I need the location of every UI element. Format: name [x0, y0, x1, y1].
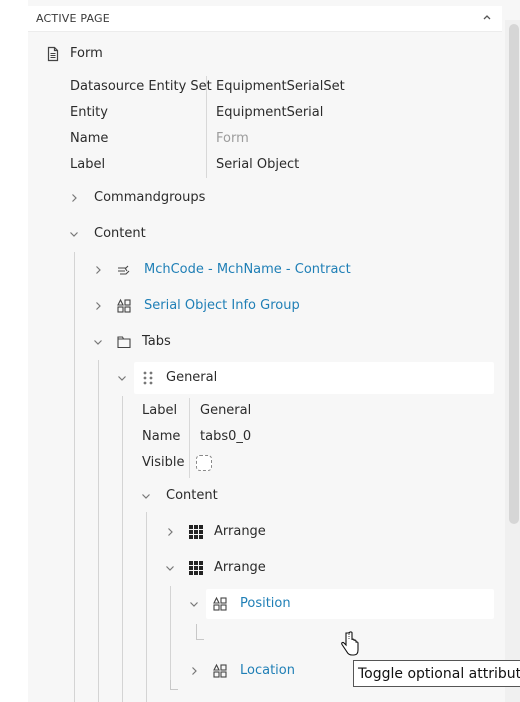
tree-node-serial-info-group[interactable]: Serial Object Info Group — [144, 298, 300, 314]
tree-node-position[interactable]: Position — [240, 596, 291, 612]
tree-node-arrange-2[interactable]: Arrange — [214, 560, 266, 576]
tree-node-general[interactable]: General — [166, 370, 217, 386]
panel-header: ACTIVE PAGE — [28, 6, 502, 32]
chevron-down-icon[interactable] — [189, 599, 199, 609]
chevron-down-icon[interactable] — [117, 373, 127, 383]
tree-node-commandgroups[interactable]: Commandgroups — [94, 190, 205, 206]
prop-key-entity: Entity — [70, 105, 108, 120]
prop-key-name: Name — [70, 131, 109, 146]
chevron-right-icon[interactable] — [93, 265, 103, 275]
tree-guide-line — [98, 360, 99, 702]
chevron-right-icon[interactable] — [165, 527, 175, 537]
scrollbar-thumb[interactable] — [509, 24, 519, 524]
prop-value-name[interactable]: Form — [216, 131, 249, 147]
prop-value-entity[interactable]: EquipmentSerial — [216, 105, 323, 121]
chevron-down-icon[interactable] — [69, 229, 79, 239]
tree-node-content[interactable]: Content — [94, 226, 146, 242]
grid-icon — [188, 560, 204, 576]
prop-key-label: Label — [70, 157, 106, 172]
prop-key-datasource: Datasource Entity Set — [70, 79, 212, 94]
prop-key-label: Label — [142, 403, 178, 418]
tree-node-tabs[interactable]: Tabs — [142, 334, 171, 350]
tree-node-mchcode[interactable]: MchCode - MchName - Contract — [144, 262, 351, 278]
panel-title: ACTIVE PAGE — [36, 12, 110, 25]
hand-pointer-icon — [116, 262, 132, 278]
chevron-down-icon[interactable] — [93, 337, 103, 347]
hand-cursor-icon — [338, 630, 362, 658]
tree-guide-line — [146, 512, 147, 702]
grid-icon — [188, 524, 204, 540]
tree-node-inner-content[interactable]: Content — [166, 488, 218, 504]
tree-node-arrange-1[interactable]: Arrange — [214, 524, 266, 540]
scrollbar[interactable] — [505, 20, 520, 702]
group-icon — [116, 298, 132, 314]
prop-value-label[interactable]: General — [200, 403, 251, 419]
chevron-right-icon[interactable] — [189, 666, 199, 676]
tabs-icon — [116, 334, 132, 350]
prop-value-label[interactable]: Serial Object — [216, 157, 299, 173]
chevron-down-icon[interactable] — [165, 563, 175, 573]
prop-key-name: Name — [142, 429, 181, 444]
tree-connector — [196, 624, 204, 640]
chevron-right-icon[interactable] — [69, 193, 79, 203]
prop-value-name[interactable]: tabs0_0 — [200, 429, 251, 445]
group-icon — [212, 663, 228, 679]
drag-handle-icon[interactable] — [140, 370, 156, 386]
tree-connector — [170, 680, 178, 690]
document-icon — [45, 46, 61, 62]
group-icon — [212, 596, 228, 612]
visible-checkbox[interactable] — [196, 455, 212, 471]
chevron-right-icon[interactable] — [93, 301, 103, 311]
properties-divider — [189, 398, 190, 478]
tree-node-location[interactable]: Location — [240, 663, 295, 679]
chevron-up-icon[interactable] — [482, 11, 492, 25]
prop-key-visible: Visible — [142, 455, 185, 470]
tree-guide-line — [122, 396, 123, 702]
form-node-label[interactable]: Form — [70, 46, 103, 62]
tree-guide-line — [74, 252, 75, 702]
tooltip: Toggle optional attributes — [353, 660, 520, 687]
prop-value-datasource[interactable]: EquipmentSerialSet — [216, 79, 345, 95]
tree-guide-line — [170, 586, 171, 681]
chevron-down-icon[interactable] — [141, 491, 151, 501]
